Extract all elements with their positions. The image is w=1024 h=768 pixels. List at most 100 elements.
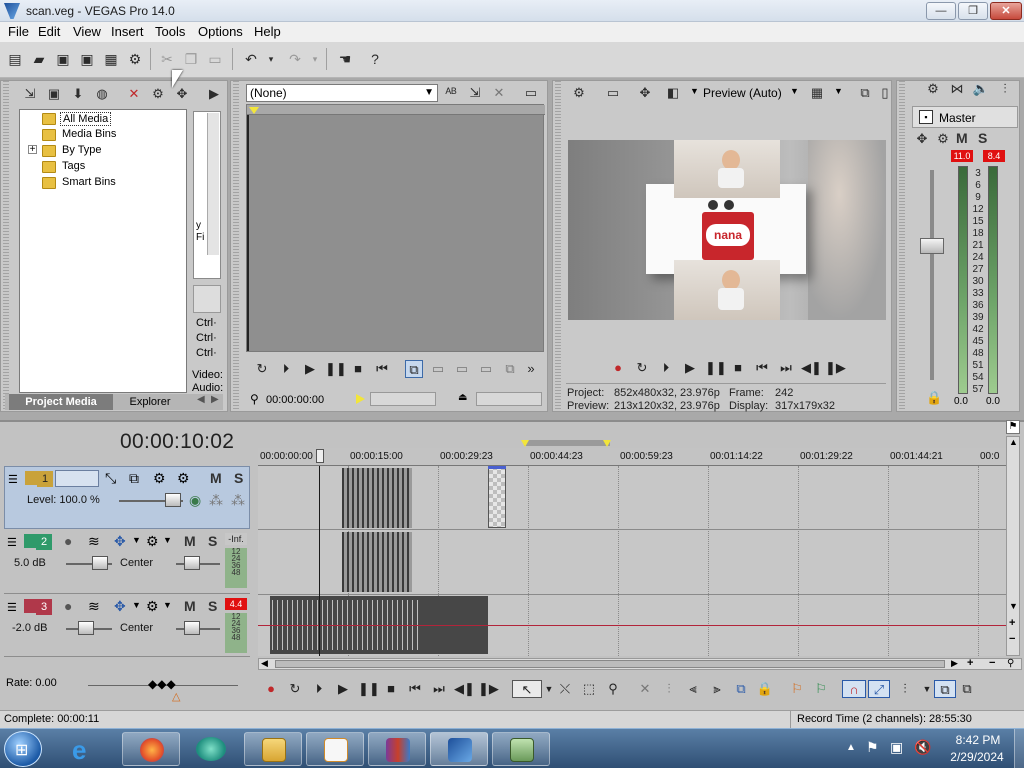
split-screen-icon[interactable]: ◧ — [664, 84, 682, 102]
chevron-down-icon[interactable]: ▼ — [163, 600, 172, 610]
master-mute-button[interactable]: M — [956, 130, 968, 146]
menu-edit[interactable]: Edit — [38, 24, 60, 39]
go-to-end-icon[interactable]: ⏭ — [430, 680, 448, 698]
composite-child-icon[interactable]: ◉ — [189, 492, 201, 509]
spell-check-icon[interactable]: ᴬᴮ — [442, 84, 460, 102]
next-frame-icon[interactable]: ❚▶ — [825, 359, 846, 377]
zoom-in-vertical-icon[interactable]: + — [1009, 617, 1015, 629]
scroll-right-icon[interactable]: ▶ — [951, 658, 958, 669]
audio-event-strip[interactable] — [342, 532, 412, 592]
fit-icon[interactable]: ▭ — [477, 360, 495, 378]
taskbar-other-app[interactable] — [492, 732, 550, 766]
zoom-tool-icon[interactable]: ⚲ — [1007, 658, 1014, 669]
collapse-track-icon[interactable]: ☰ — [7, 536, 17, 549]
track-header-video[interactable]: ☰ 1 ⤡ ⧉ ⚙ ⚙ M S Level: 100.0 % ◉ ⁂ ⁂ — [4, 466, 250, 529]
play-from-start-icon[interactable]: ⏵ — [657, 359, 675, 377]
chevron-down-icon[interactable]: ▼ — [132, 600, 141, 610]
clock-date[interactable]: 2/29/2024 — [944, 750, 1010, 764]
pan-slider-knob[interactable] — [184, 556, 200, 570]
delete-icon[interactable]: ✕ — [636, 680, 654, 698]
trim-end-icon[interactable]: ⫸ — [708, 680, 726, 698]
track-header-audio-2[interactable]: ☰ 2 ● ≋ ✥ ▼ ⚙ ▼ M S 5.0 dB Center -Inf. … — [4, 530, 250, 594]
clear-trimmer-icon[interactable]: ✕ — [490, 84, 508, 102]
menu-view[interactable]: View — [73, 24, 101, 39]
preview-quality-dropdown[interactable]: Preview (Auto) — [703, 86, 782, 100]
timeline-ruler[interactable]: 00:00:00:00 00:00:15:00 00:00:29:23 00:0… — [258, 448, 1006, 466]
get-media-icon[interactable]: ⬇ — [69, 85, 87, 103]
downmix-icon[interactable]: ⋈ — [948, 80, 966, 98]
media-list-scrollbar[interactable] — [207, 113, 219, 255]
loop-start-marker-icon[interactable] — [521, 440, 529, 447]
speaker-icon[interactable]: 🔈 — [972, 80, 990, 98]
save-as-icon[interactable]: ▣ — [78, 50, 96, 68]
volume-muted-icon[interactable]: 🔇 — [914, 739, 931, 756]
taskbar-winrar[interactable] — [368, 732, 426, 766]
scroll-down-icon[interactable]: ▼ — [1009, 601, 1018, 611]
record-icon[interactable]: ● — [609, 359, 627, 377]
pan-slider-knob[interactable] — [184, 621, 200, 635]
loop-playback-icon[interactable]: ↻ — [286, 680, 304, 698]
web-media-icon[interactable]: ◍ — [93, 85, 111, 103]
play-icon[interactable]: ▶ — [301, 360, 319, 378]
lock-icon[interactable]: 🔒 — [926, 390, 942, 406]
chevron-down-icon[interactable]: ▼ — [132, 535, 141, 545]
play-icon[interactable]: ▶ — [681, 359, 699, 377]
network-icon[interactable]: ▣ — [890, 739, 903, 756]
arm-record-icon[interactable]: ● — [64, 533, 72, 549]
undo-icon[interactable]: ↶ — [242, 50, 260, 68]
zoom-edit-tool-icon[interactable]: ⚲ — [604, 680, 622, 698]
master-pan-icon[interactable]: ✥ — [913, 130, 931, 148]
go-to-start-icon[interactable]: ⏮ — [373, 360, 391, 378]
loop-region-bar[interactable] — [524, 440, 610, 446]
menu-options[interactable]: Options — [198, 24, 243, 39]
playhead-handle[interactable] — [316, 449, 324, 463]
play-from-start-icon[interactable]: ⏵ — [277, 360, 295, 378]
capture-video-icon[interactable]: ▣ — [45, 85, 63, 103]
trim-start-icon[interactable]: ⫷ — [684, 680, 702, 698]
taskbar-vegas[interactable] — [430, 732, 488, 766]
ripple-edit-icon[interactable]: ⫶ — [896, 680, 914, 698]
import-media-icon[interactable]: ⇲ — [21, 85, 39, 103]
video-event-strip[interactable] — [342, 468, 412, 528]
close-button[interactable]: ✕ — [990, 2, 1022, 20]
internet-explorer-icon[interactable]: e — [72, 735, 86, 766]
menu-insert[interactable]: Insert — [111, 24, 144, 39]
zoom-in-horizontal-icon[interactable]: + — [967, 657, 973, 669]
menu-tools[interactable]: Tools — [155, 24, 185, 39]
taskbar-explorer[interactable] — [244, 732, 302, 766]
track-motion-icon[interactable]: ⤡ — [105, 470, 116, 487]
record-icon[interactable]: ● — [262, 680, 280, 698]
properties-gear-icon[interactable]: ⚙ — [126, 50, 144, 68]
go-to-end-icon[interactable]: ⏭ — [777, 359, 795, 377]
zoom-out-vertical-icon[interactable]: − — [1009, 633, 1015, 645]
expand-by-type-icon[interactable]: + — [28, 145, 37, 155]
rate-slider-knob-icon[interactable]: ◆◆◆ — [148, 677, 176, 691]
menu-help[interactable]: Help — [254, 24, 281, 39]
stop-icon[interactable]: ■ — [729, 359, 747, 377]
cut-icon[interactable]: ✂ — [158, 50, 176, 68]
taskbar-firefox[interactable] — [122, 732, 180, 766]
make-compositing-child-icon[interactable]: ⁂ — [231, 492, 245, 509]
track-fx-icon[interactable]: ⚙ — [146, 533, 159, 550]
normal-edit-tool-icon[interactable]: ↖ — [512, 680, 542, 698]
mixer-faders-icon[interactable]: ⫶ — [996, 80, 1014, 98]
track-name-field[interactable] — [55, 470, 99, 487]
solo-button[interactable]: S — [234, 470, 243, 486]
lock-event-icon[interactable]: 🔒 — [756, 680, 774, 698]
render-as-icon[interactable]: ▦ — [102, 50, 120, 68]
insert-marker-icon[interactable]: ⚐ — [788, 680, 806, 698]
media-player-icon[interactable] — [196, 737, 226, 761]
tab-scroll-right-icon[interactable]: ▶ — [211, 394, 219, 405]
pause-icon[interactable]: ❚❚ — [358, 680, 380, 698]
trimmer-tool-icon[interactable]: ⇲ — [466, 84, 484, 102]
collapse-track-icon[interactable]: ☰ — [7, 601, 17, 614]
copy-icon[interactable]: ❐ — [182, 50, 200, 68]
previous-frame-icon[interactable]: ◀❚ — [801, 359, 822, 377]
go-to-start-icon[interactable]: ⏮ — [753, 359, 771, 377]
master-properties-gear-icon[interactable]: ⚙ — [924, 80, 942, 98]
preview-properties-gear-icon[interactable]: ⚙ — [570, 84, 588, 102]
split-dropdown-icon[interactable]: ▼ — [690, 86, 699, 96]
tab-project-media[interactable]: Project Media — [9, 394, 113, 410]
go-to-start-icon[interactable]: ⏮ — [406, 680, 424, 698]
save-icon[interactable]: ▣ — [54, 50, 72, 68]
